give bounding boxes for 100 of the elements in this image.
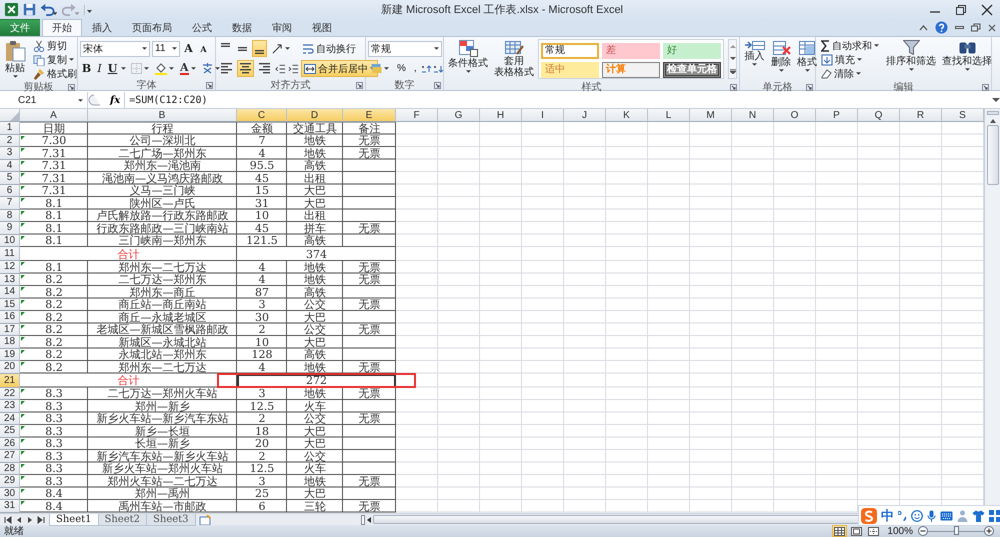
- grow-font-button[interactable]: A: [182, 41, 195, 56]
- file-tab[interactable]: 文件: [0, 19, 40, 36]
- row-header[interactable]: 31: [0, 500, 20, 512]
- row-header[interactable]: 18: [0, 336, 20, 348]
- shrink-font-button[interactable]: A: [197, 42, 210, 54]
- column-header[interactable]: L: [648, 109, 690, 122]
- column-header[interactable]: F: [396, 109, 438, 122]
- row-header[interactable]: 5: [0, 172, 20, 184]
- column-header[interactable]: Q: [858, 109, 900, 122]
- row-header[interactable]: 3: [0, 147, 20, 160]
- cell-style[interactable]: 常规: [541, 43, 599, 59]
- row-header[interactable]: 14: [0, 286, 20, 298]
- column-header[interactable]: P: [816, 109, 858, 122]
- wrap-text-button[interactable]: 自动换行: [299, 40, 359, 56]
- bold-button[interactable]: B: [80, 61, 93, 76]
- row-header[interactable]: 29: [0, 475, 20, 488]
- row-header[interactable]: 1: [0, 122, 20, 134]
- delete-cells-button[interactable]: 删除: [769, 39, 793, 80]
- row-header[interactable]: 19: [0, 348, 20, 361]
- row-header[interactable]: 28: [0, 462, 20, 475]
- row-header[interactable]: 12: [0, 261, 20, 274]
- cell-styles-gallery[interactable]: 常规 差 好 适中 计算 检查单元格: [538, 39, 724, 79]
- row-header[interactable]: 2: [0, 134, 20, 147]
- column-header[interactable]: G: [438, 109, 480, 122]
- ribbon-tab[interactable]: 开始: [42, 19, 82, 36]
- table-cell: 公交: [304, 450, 326, 462]
- row-header[interactable]: 25: [0, 425, 20, 438]
- sort-filter-button[interactable]: 排序和筛选: [884, 39, 938, 80]
- row-header[interactable]: 24: [0, 412, 20, 425]
- row-header[interactable]: 30: [0, 488, 20, 500]
- column-header[interactable]: M: [690, 109, 732, 122]
- comma-button[interactable]: ,: [410, 62, 420, 75]
- row-header[interactable]: 4: [0, 160, 20, 172]
- column-header[interactable]: B: [88, 109, 237, 122]
- paste-button[interactable]: 粘贴: [2, 39, 28, 80]
- row-header[interactable]: 13: [0, 274, 20, 286]
- copy-button[interactable]: 复制: [30, 53, 80, 66]
- column-header[interactable]: H: [480, 109, 522, 122]
- sheet-tab[interactable]: Sheet2: [98, 514, 148, 526]
- table-cell: 15: [255, 185, 269, 196]
- row-header[interactable]: 26: [0, 438, 20, 450]
- column-header[interactable]: R: [900, 109, 942, 122]
- row-header[interactable]: 23: [0, 400, 20, 412]
- column-header[interactable]: D: [287, 109, 343, 122]
- row-header[interactable]: 17: [0, 324, 20, 336]
- row-header[interactable]: 7: [0, 197, 20, 210]
- ribbon-tab[interactable]: 审阅: [262, 19, 302, 36]
- row-header[interactable]: 10: [0, 234, 20, 247]
- column-header[interactable]: A: [20, 109, 88, 122]
- column-header[interactable]: O: [774, 109, 816, 122]
- name-box[interactable]: C21: [0, 92, 88, 108]
- status-text: 就绪: [4, 524, 24, 537]
- row-header[interactable]: 21: [0, 374, 20, 388]
- sheet-tab[interactable]: Sheet3: [146, 514, 196, 526]
- column-header[interactable]: N: [732, 109, 774, 122]
- find-select-button[interactable]: 查找和选择: [940, 39, 994, 80]
- table-cell: 出租: [304, 210, 326, 222]
- ribbon-tab[interactable]: 公式: [182, 19, 222, 36]
- format-table-button[interactable]: 套用 表格格式: [492, 39, 536, 80]
- font-color-button[interactable]: A: [177, 62, 199, 76]
- row-header[interactable]: 22: [0, 388, 20, 400]
- row-header[interactable]: 20: [0, 361, 20, 374]
- row-header[interactable]: 9: [0, 222, 20, 234]
- row-header[interactable]: 27: [0, 450, 20, 462]
- number-format-field[interactable]: 常规: [368, 40, 442, 56]
- zoom-level[interactable]: 100%: [887, 526, 913, 536]
- font-size-field[interactable]: 11: [152, 40, 180, 56]
- column-header[interactable]: I: [522, 109, 564, 122]
- column-header[interactable]: E: [343, 109, 396, 122]
- format-cells-button[interactable]: 格式: [795, 39, 819, 80]
- column-header[interactable]: J: [564, 109, 606, 122]
- merge-center-button[interactable]: 合并后居中: [301, 60, 378, 77]
- ribbon-tab[interactable]: 插入: [82, 19, 122, 36]
- row-header[interactable]: 11: [0, 247, 20, 261]
- cut-button[interactable]: 剪切: [30, 39, 80, 52]
- ribbon-tab[interactable]: 数据: [222, 19, 262, 36]
- row-header[interactable]: 6: [0, 184, 20, 197]
- column-header[interactable]: K: [606, 109, 648, 122]
- font-name-field[interactable]: 宋体: [80, 40, 150, 56]
- italic-button[interactable]: I: [93, 61, 106, 76]
- underline-button[interactable]: U: [106, 61, 119, 76]
- formula-field[interactable]: =SUM(C12:C20): [124, 92, 992, 108]
- insert-function-button[interactable]: fx: [106, 94, 124, 106]
- row-header[interactable]: 16: [0, 311, 20, 324]
- ribbon-tab[interactable]: 视图: [302, 19, 342, 36]
- clear-button[interactable]: 清除: [818, 67, 882, 80]
- conditional-format-button[interactable]: 条件格式: [446, 39, 490, 80]
- insert-cells-button[interactable]: 插入: [742, 39, 767, 80]
- fill-button[interactable]: 填充: [818, 53, 882, 66]
- autosum-button[interactable]: 自动求和: [818, 39, 882, 52]
- row-header[interactable]: 15: [0, 298, 20, 311]
- row-header[interactable]: 8: [0, 210, 20, 222]
- input-mode-toggle[interactable]: 中: [881, 506, 894, 524]
- format-painter-button[interactable]: 格式刷: [30, 67, 80, 80]
- column-header[interactable]: C: [237, 109, 287, 122]
- ribbon-tab[interactable]: 页面布局: [122, 19, 182, 36]
- column-header[interactable]: S: [942, 109, 984, 122]
- sheet-tab[interactable]: Sheet1: [49, 514, 99, 526]
- table-cell: 地铁: [304, 476, 326, 487]
- percent-button[interactable]: %: [394, 62, 409, 75]
